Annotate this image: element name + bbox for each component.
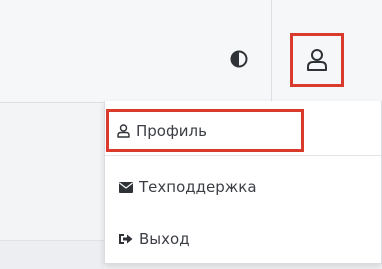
app-page: Профиль Техподдержка Выход: [0, 0, 382, 269]
menu-item-label: Техподдержка: [139, 178, 257, 196]
background-strip: [0, 240, 104, 269]
top-header: [0, 0, 382, 103]
user-icon: [117, 124, 130, 138]
contrast-icon: [230, 50, 248, 68]
menu-divider: [105, 155, 381, 156]
envelope-icon: [119, 181, 133, 193]
menu-item-support[interactable]: Техподдержка: [119, 175, 257, 199]
theme-toggle-button[interactable]: [230, 50, 248, 68]
menu-item-label: Выход: [139, 230, 190, 248]
profile-menu-button[interactable]: [292, 35, 342, 85]
menu-item-logout[interactable]: Выход: [119, 227, 190, 251]
user-icon: [307, 49, 327, 71]
menu-item-label: Профиль: [136, 122, 207, 140]
profile-dropdown-menu: Профиль Техподдержка Выход: [104, 101, 382, 264]
sign-out-icon: [119, 233, 133, 245]
menu-item-profile[interactable]: Профиль: [117, 119, 207, 143]
header-divider: [271, 0, 272, 102]
